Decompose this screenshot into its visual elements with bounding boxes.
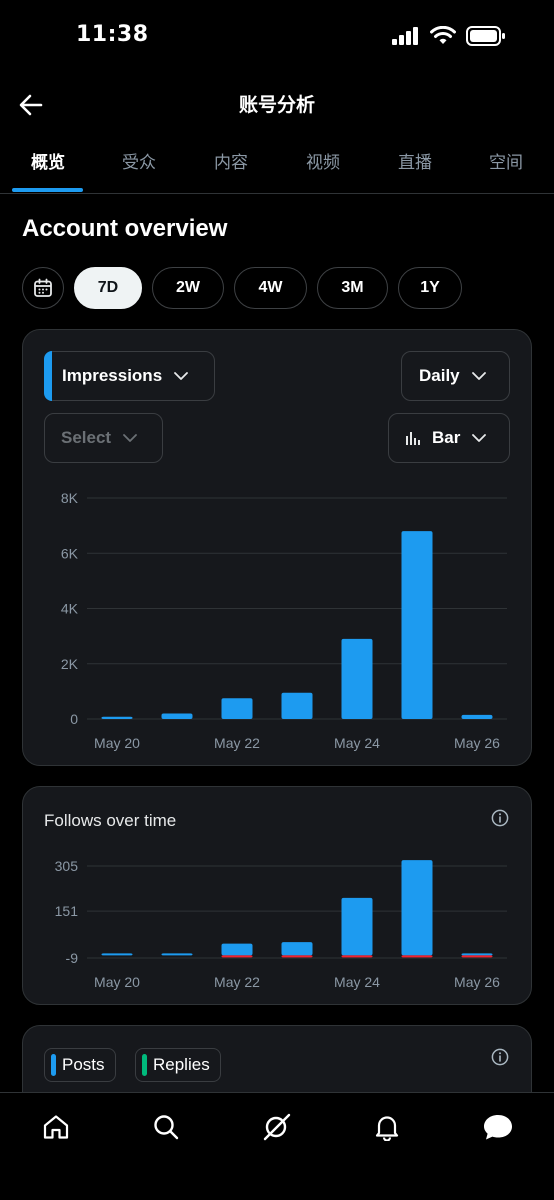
replies-chip-label: Replies bbox=[153, 1055, 210, 1074]
x-tick-label: May 26 bbox=[454, 974, 500, 990]
posts-chip[interactable]: Posts bbox=[44, 1048, 116, 1082]
nav-grok[interactable] bbox=[257, 1107, 297, 1147]
y-tick-label: 8K bbox=[61, 490, 79, 506]
range-3m-button[interactable]: 3M bbox=[317, 267, 388, 309]
chart-bar bbox=[461, 955, 493, 958]
wifi-icon bbox=[430, 26, 456, 44]
chart-bar bbox=[341, 897, 373, 956]
bell-icon bbox=[375, 1116, 399, 1141]
chart-bar bbox=[341, 638, 373, 719]
tab-video[interactable]: 视频 bbox=[283, 148, 363, 173]
calendar-button[interactable] bbox=[22, 267, 64, 309]
chart-bar bbox=[401, 955, 433, 958]
chart-bar bbox=[401, 860, 433, 956]
nav-notifications[interactable] bbox=[367, 1107, 407, 1147]
tab-overview[interactable]: 概览 bbox=[8, 148, 88, 173]
range-7d-button[interactable]: 7D bbox=[74, 267, 142, 309]
y-tick-label: 151 bbox=[55, 903, 79, 919]
header: 账号分析 bbox=[0, 76, 554, 134]
nav-home[interactable] bbox=[36, 1107, 76, 1147]
search-icon bbox=[154, 1115, 179, 1140]
chart-bar bbox=[221, 943, 253, 956]
cellular-signal-icon bbox=[392, 27, 418, 45]
chart-bar bbox=[221, 955, 253, 958]
chart-bar bbox=[221, 698, 253, 719]
chart-bar bbox=[161, 953, 193, 956]
section-title: Account overview bbox=[22, 215, 228, 242]
range-1y-button[interactable]: 1Y bbox=[398, 267, 462, 309]
chart-bar bbox=[161, 713, 193, 719]
y-tick-label: 6K bbox=[61, 545, 79, 561]
range-4w-button[interactable]: 4W bbox=[234, 267, 307, 309]
chart-bar bbox=[401, 531, 433, 719]
info-icon[interactable] bbox=[491, 1048, 509, 1066]
y-tick-label: 0 bbox=[70, 711, 78, 727]
tab-bar: 概览 受众 内容 视频 直播 空间 bbox=[0, 136, 554, 194]
x-tick-label: May 20 bbox=[94, 735, 140, 751]
follows-bar-chart: -9 151 305 May 20 May 22 May 24 May 26 bbox=[55, 858, 507, 990]
tab-content[interactable]: 内容 bbox=[191, 148, 271, 173]
impressions-bar-chart: 0 2K 4K 6K 8K May 20 May 22 May 24 May 26 bbox=[61, 490, 507, 751]
nav-messages[interactable] bbox=[478, 1107, 518, 1147]
chart-bar bbox=[461, 953, 493, 956]
battery-icon bbox=[466, 26, 505, 46]
chart-bar bbox=[101, 716, 133, 719]
status-time: 11:38 bbox=[76, 22, 149, 47]
calendar-icon bbox=[34, 278, 52, 297]
chart-bar bbox=[101, 953, 133, 956]
status-bar: 11:38 bbox=[0, 0, 554, 76]
chat-bubble-icon bbox=[484, 1115, 512, 1140]
range-selector: 7D 2W 4W 3M 1Y bbox=[22, 267, 462, 309]
replies-chip[interactable]: Replies bbox=[135, 1048, 221, 1082]
status-icons bbox=[392, 26, 506, 46]
follows-chart-card: Follows over time -9 151 305 May 20 May 22 Ma… bbox=[22, 786, 532, 1005]
y-tick-label: 2K bbox=[61, 656, 79, 672]
page-title: 账号分析 bbox=[238, 94, 315, 116]
bottom-nav bbox=[0, 1092, 554, 1200]
x-tick-label: May 20 bbox=[94, 974, 140, 990]
nav-search[interactable] bbox=[146, 1107, 186, 1147]
active-tab-indicator bbox=[12, 188, 83, 192]
x-tick-label: May 24 bbox=[334, 974, 380, 990]
x-tick-label: May 22 bbox=[214, 974, 260, 990]
y-tick-label: -9 bbox=[66, 950, 79, 966]
x-tick-label: May 26 bbox=[454, 735, 500, 751]
x-tick-label: May 22 bbox=[214, 735, 260, 751]
y-tick-label: 4K bbox=[61, 601, 79, 617]
tab-spaces[interactable]: 空间 bbox=[466, 148, 546, 173]
posts-chip-label: Posts bbox=[62, 1055, 105, 1074]
chart-bar bbox=[281, 942, 313, 956]
chart-bar bbox=[281, 955, 313, 958]
home-icon bbox=[43, 1115, 69, 1139]
grok-icon bbox=[263, 1113, 291, 1141]
tab-audience[interactable]: 受众 bbox=[99, 148, 179, 173]
chart-bar bbox=[341, 955, 373, 958]
posts-color-swatch bbox=[51, 1054, 56, 1076]
replies-color-swatch bbox=[142, 1054, 147, 1076]
chart-bar bbox=[281, 692, 313, 719]
tab-live[interactable]: 直播 bbox=[375, 148, 455, 173]
chart-bar bbox=[461, 714, 493, 719]
range-2w-button[interactable]: 2W bbox=[152, 267, 224, 309]
y-tick-label: 305 bbox=[55, 858, 79, 874]
x-tick-label: May 24 bbox=[334, 735, 380, 751]
impressions-chart-card: Impressions Daily Select Bar 0 2K 4K 6K 8K Ma… bbox=[22, 329, 532, 766]
